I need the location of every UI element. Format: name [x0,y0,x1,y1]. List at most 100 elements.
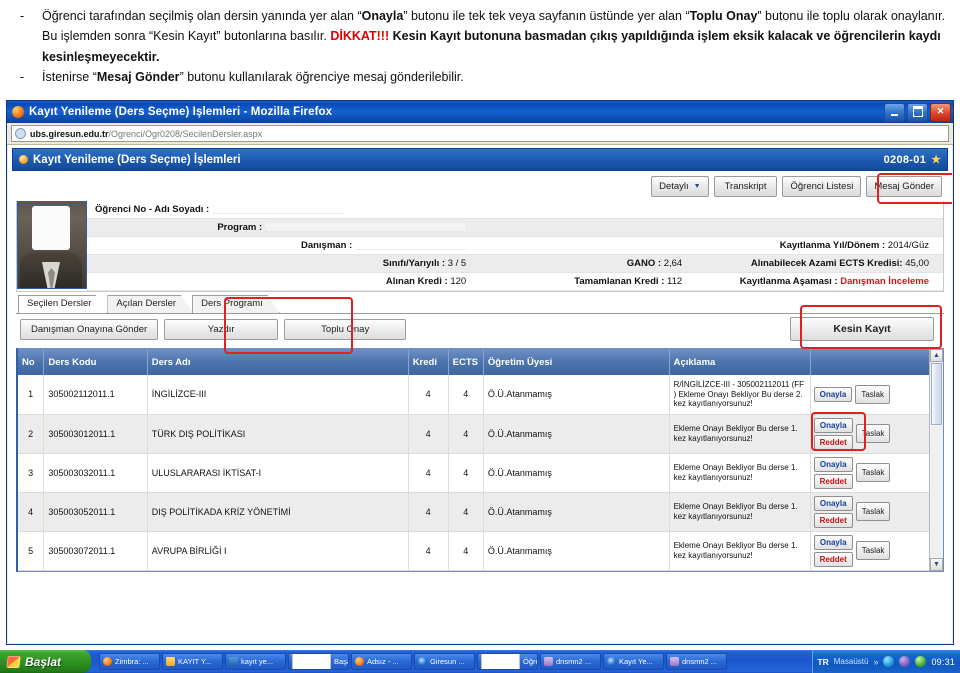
cell-ects: 4 [448,375,484,415]
ogrenci-listesi-button[interactable]: Öğrenci Listesi [782,175,862,197]
danisman-onayina-gonder-button[interactable]: Danışman Onayına Gönder [20,318,159,340]
cell-aciklama: R/İNGİLİZCE-III - 305002112011 (FF ) Ekl… [669,375,811,415]
taskbar-item[interactable]: dnsmn2 ... [666,653,727,670]
cell-ects: 4 [448,453,484,493]
cell-ders-kodu: 305003012011.1 [43,414,148,454]
start-button[interactable]: Başlat [0,650,91,673]
language-indicator[interactable]: TR [817,657,828,667]
taskbar-item[interactable]: Zimbra: ... [99,653,160,670]
taskbar-item-label: Adsız - ... [367,657,399,666]
table-row[interactable]: 2 305003012011.1 TÜRK DIŞ POLİTİKASI 4 4… [18,411,941,454]
scroll-up-arrow-icon[interactable]: ▲ [930,349,943,362]
info-row-danisman: Danışman : Kayıtlanma Yıl/Dönem : 2014/G… [87,237,943,255]
taskbar-item[interactable]: kayıt ye... [225,653,286,670]
note-seg-bold-onayla: Onayla [361,9,404,23]
bullet-dash: - [20,69,25,84]
action-button-row: Danışman Onayına Gönder Yazdır Toplu Ona… [16,297,944,354]
page-title: Kayıt Yenileme (Ders Seçme) İşlemleri [33,153,241,166]
address-input[interactable]: ubs.giresun.edu.tr/Ogrenci/Ogr0208/Secil… [11,125,949,142]
system-clock[interactable]: 09:31 [931,657,955,667]
onayla-button[interactable]: Onayla [813,417,853,433]
taskbar-item[interactable]: Kayıt Ye... [603,653,664,670]
onayla-button[interactable]: Onayla [813,456,853,472]
scroll-down-arrow-icon[interactable]: ▼ [930,557,943,571]
taslak-button[interactable]: Taslak [855,424,891,443]
taskbar-item[interactable]: Öğretim... [477,653,538,670]
taslak-button[interactable]: Taslak [855,541,891,560]
volume-icon[interactable] [899,656,911,667]
cell-kredi: 4 [408,414,449,454]
chevron-right-icon[interactable]: » [873,657,878,667]
taskbar-item[interactable]: Adsız - ... [351,653,412,670]
firefox-icon [12,106,24,118]
reddet-button[interactable]: Reddet [813,473,853,489]
note-seg: Öğrenci tarafından seçilmiş olan dersin … [42,9,362,23]
cell-ogretim-uyesi: Ö.Ü.Atanmamış [483,492,670,532]
taslak-button[interactable]: Taslak [855,384,890,404]
table-row[interactable]: 4 305003052011.1 DIŞ POLİTİKADA KRİZ YÖN… [18,492,941,532]
info-value-alinan-kredi: 120 [450,276,467,287]
url-path: /Ogrenci/Ogr0208/SecilenDersler.aspx [108,128,263,139]
tab-secilen-dersler[interactable]: Seçilen Dersler [18,295,109,313]
courses-table: No Ders Kodu Ders Adı Kredi ECTS Öğretim… [18,349,941,571]
note-bullet-2: - İstenirse “Mesaj Gönder” butonu kullan… [14,67,946,87]
desktop-toolbar-label[interactable]: Masaüstü [834,657,869,666]
minimize-icon[interactable] [884,102,905,122]
table-scrollbar[interactable]: ▲ ▼ [929,349,943,571]
taskbar-item[interactable]: KAYIT Y... [162,653,223,670]
tab-ders-programi[interactable]: Ders Programı [192,295,280,313]
detayli-dropdown[interactable]: Detaylı ▼ [651,175,709,197]
url-bar: ubs.giresun.edu.tr/Ogrenci/Ogr0208/Secil… [7,123,953,145]
cell-ders-kodu: 305003072011.1 [43,531,148,571]
note-seg: ” butonu kullanılarak öğrenciye mesaj gö… [179,69,464,84]
taskbar-item[interactable]: dnsmn2 ... [540,653,601,670]
onayla-button[interactable]: Onayla [813,495,853,511]
network-icon[interactable] [883,656,895,667]
table-row[interactable]: 3 305003032011.1 ULUSLARARASI İKTİSAT-I … [18,453,941,493]
document-icon [292,654,331,669]
reddet-button[interactable]: Reddet [813,434,853,450]
taslak-button[interactable]: Taslak [855,463,891,482]
kesin-kayit-button[interactable]: Kesin Kayıt [790,317,934,341]
redacted-value [266,223,467,232]
cell-kredi: 4 [408,453,449,493]
table-header-row: No Ders Kodu Ders Adı Kredi ECTS Öğretim… [18,349,941,375]
table-row[interactable]: 5 305003072011.1 AVRUPA BİRLİĞİ I 4 4 Ö.… [18,531,941,571]
toplu-onay-button[interactable]: Toplu Onay [284,318,407,340]
th-kredi: Kredi [408,349,449,375]
info-row-sinif: Sınıfı/Yarıyılı : 3 / 5 GANO : 2,64 Alın… [87,255,943,273]
student-info-rows: Öğrenci No - Adı Soyadı : Program : Danı… [87,201,943,291]
taslak-button[interactable]: Taslak [855,502,891,521]
taskbar-item[interactable]: Giresun ... [414,653,475,670]
transkript-button[interactable]: Transkript [713,175,778,197]
antivirus-icon[interactable] [915,656,927,667]
cell-kredi: 4 [408,375,449,415]
taskbar-item-label: Zimbra: ... [115,657,149,666]
redacted-value [356,241,467,250]
app-bullet-icon [19,155,28,164]
cell-ogretim-uyesi: Ö.Ü.Atanmamış [483,531,670,571]
note-seg-bold-mesaj-gonder: Mesaj Gönder [96,69,180,84]
info-value-sinif: 3 / 5 [447,258,467,269]
folder-icon [166,657,175,666]
chevron-down-icon: ▼ [693,182,701,190]
info-label-sinif: Sınıfı/Yarıyılı : [382,258,446,269]
url-host: ubs.giresun.edu.tr [30,128,109,139]
mesaj-gonder-button[interactable]: Mesaj Gönder [866,175,942,197]
onayla-button[interactable]: Onayla [813,386,853,402]
close-icon[interactable]: ✕ [930,102,951,122]
reddet-button[interactable]: Reddet [813,512,853,528]
maximize-icon[interactable] [907,102,928,122]
th-aciklama: Açıklama [669,349,811,375]
scrollbar-thumb[interactable] [931,363,942,425]
yazdir-button[interactable]: Yazdır [164,318,279,340]
taskbar-item[interactable]: Başarı D... [288,653,349,670]
cell-ders-adi: TÜRK DIŞ POLİTİKASI [147,414,409,454]
tab-acilan-dersler[interactable]: Açılan Dersler [107,295,194,313]
favorite-star-icon[interactable]: ★ [931,153,941,166]
reddet-button[interactable]: Reddet [813,551,853,567]
cell-ders-adi: İNGİLİZCE-III [147,375,409,415]
detayli-label: Detaylı [659,180,689,192]
onayla-button[interactable]: Onayla [813,534,853,550]
table-row[interactable]: 1 305002112011.1 İNGİLİZCE-III 4 4 Ö.Ü.A… [18,375,941,415]
